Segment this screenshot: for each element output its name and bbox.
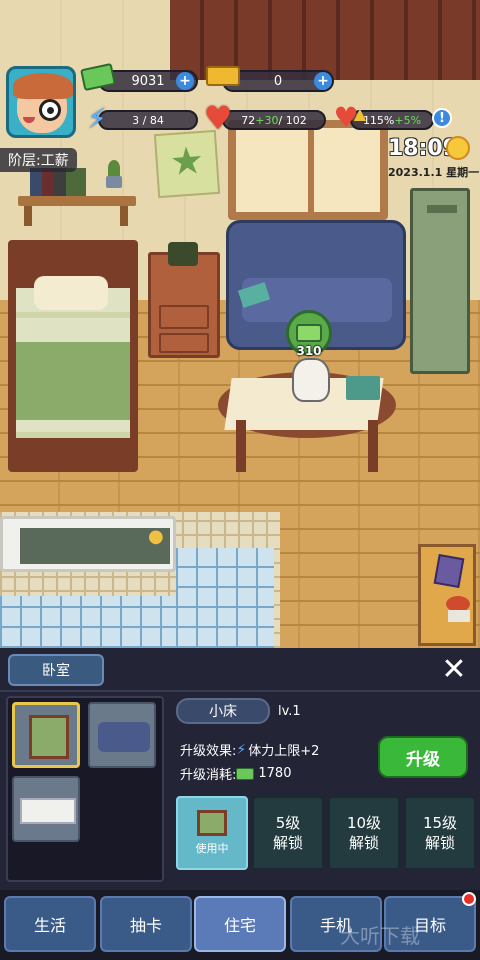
potted-plant: [104, 160, 124, 188]
cash-icon: [296, 324, 322, 342]
bathtub-icon: [20, 798, 76, 824]
lightning-bolt-icon: ⚡: [236, 741, 247, 758]
bed-icon: [29, 715, 69, 759]
picture-frame: [433, 553, 465, 589]
rubber-duck-icon: ●: [148, 526, 164, 547]
wall-shelf: [18, 196, 136, 206]
lightning-bolt-icon: ⚡: [87, 102, 107, 135]
nightstand[interactable]: [148, 252, 220, 358]
effect-value: 体力上限+2: [248, 744, 320, 759]
close-icon[interactable]: ✕: [438, 654, 470, 686]
gold-bar-icon: [206, 66, 240, 86]
window: [228, 120, 388, 220]
cash-value: 9031: [131, 73, 165, 89]
nav-tab-gacha[interactable]: 抽卡: [100, 896, 192, 952]
in-use-label: 使用中: [195, 841, 229, 855]
rank-label: 阶层:工薪: [0, 148, 77, 172]
calendar-date: 2023.1.1 星期一: [388, 164, 479, 180]
heart-icon: ♥: [203, 99, 233, 137]
level-card-10[interactable]: 10级 解锁: [328, 796, 400, 870]
income-value: 310: [296, 344, 322, 358]
table-leg: [236, 420, 246, 472]
level-card-5[interactable]: 5级 解锁: [252, 796, 324, 870]
furniture-slot-sofa[interactable]: [88, 702, 156, 768]
level-requirement: 10级: [346, 813, 382, 832]
add-gold-button[interactable]: +: [314, 72, 332, 90]
wall-poster: ★: [153, 129, 221, 199]
drawer: [159, 333, 209, 353]
locker[interactable]: [410, 188, 470, 374]
sun-icon: [446, 136, 470, 160]
health-bonus: +30: [255, 113, 279, 127]
nav-tab-life[interactable]: 生活: [4, 896, 96, 952]
heart-up-arrow-icon: ♥: [330, 98, 366, 134]
item-name: 小床: [176, 698, 270, 724]
level-card-15[interactable]: 15级 解锁: [404, 796, 476, 870]
weekday-value: 星期一: [446, 166, 480, 179]
health-max: / 102: [278, 113, 307, 127]
health-pill: 72 +30 / 102: [222, 110, 326, 130]
mood-bonus: +5%: [394, 113, 422, 127]
upgrade-button[interactable]: 升级: [378, 736, 468, 778]
info-button[interactable]: !: [432, 108, 452, 128]
player-avatar[interactable]: [6, 66, 76, 138]
tile-floor: [176, 548, 274, 648]
furniture-slot-bed[interactable]: [12, 702, 80, 768]
sofa-icon: [98, 722, 150, 752]
add-cash-button[interactable]: +: [176, 72, 194, 90]
item-level: lv.1: [278, 704, 301, 719]
effect-label: 升级效果:: [180, 744, 237, 759]
drawer: [159, 305, 209, 329]
bed-blanket: [16, 342, 130, 420]
table-leg: [368, 420, 378, 472]
gold-value: 0: [273, 73, 283, 89]
bed-icon: [197, 809, 227, 836]
mood-value: 115%: [362, 113, 395, 127]
unlock-label: 解锁: [272, 834, 303, 852]
flower-pot: [444, 596, 472, 622]
shelf-leg: [120, 206, 128, 226]
room-tab-bedroom[interactable]: 卧室: [8, 654, 104, 686]
upgrade-cost: 升级消耗: 1780: [180, 764, 291, 783]
unlock-label: 解锁: [424, 834, 455, 852]
notification-dot: [462, 892, 476, 906]
level-requirement: 5级: [275, 813, 301, 832]
books: [30, 168, 86, 196]
tissue-box: [346, 376, 380, 400]
level-requirement: 15级: [422, 813, 458, 832]
cash-icon: [236, 767, 255, 780]
energy-pill: 3 / 84: [98, 110, 198, 130]
date-value: 2023.1.1: [388, 166, 443, 179]
tile-floor: [0, 596, 176, 648]
shelf-leg: [24, 206, 32, 226]
upgrade-effect: 升级效果: ⚡ 体力上限+2: [180, 740, 320, 760]
lucky-cat[interactable]: [292, 358, 330, 402]
unlock-label: 解锁: [348, 834, 379, 852]
level-card-current[interactable]: 使用中: [176, 796, 248, 870]
radio: [168, 242, 198, 266]
star-icon: ★: [168, 137, 206, 185]
bed-pillow: [34, 276, 108, 310]
energy-value: 3 / 84: [132, 113, 164, 127]
cost-value: 1780: [258, 766, 292, 781]
furniture-slot-bathtub[interactable]: [12, 776, 80, 842]
divider: [0, 690, 480, 692]
nav-tab-house[interactable]: 住宅: [194, 896, 286, 952]
watermark: 大听下载: [340, 924, 420, 948]
cost-label: 升级消耗:: [180, 768, 237, 783]
health-current: 72: [241, 113, 256, 127]
